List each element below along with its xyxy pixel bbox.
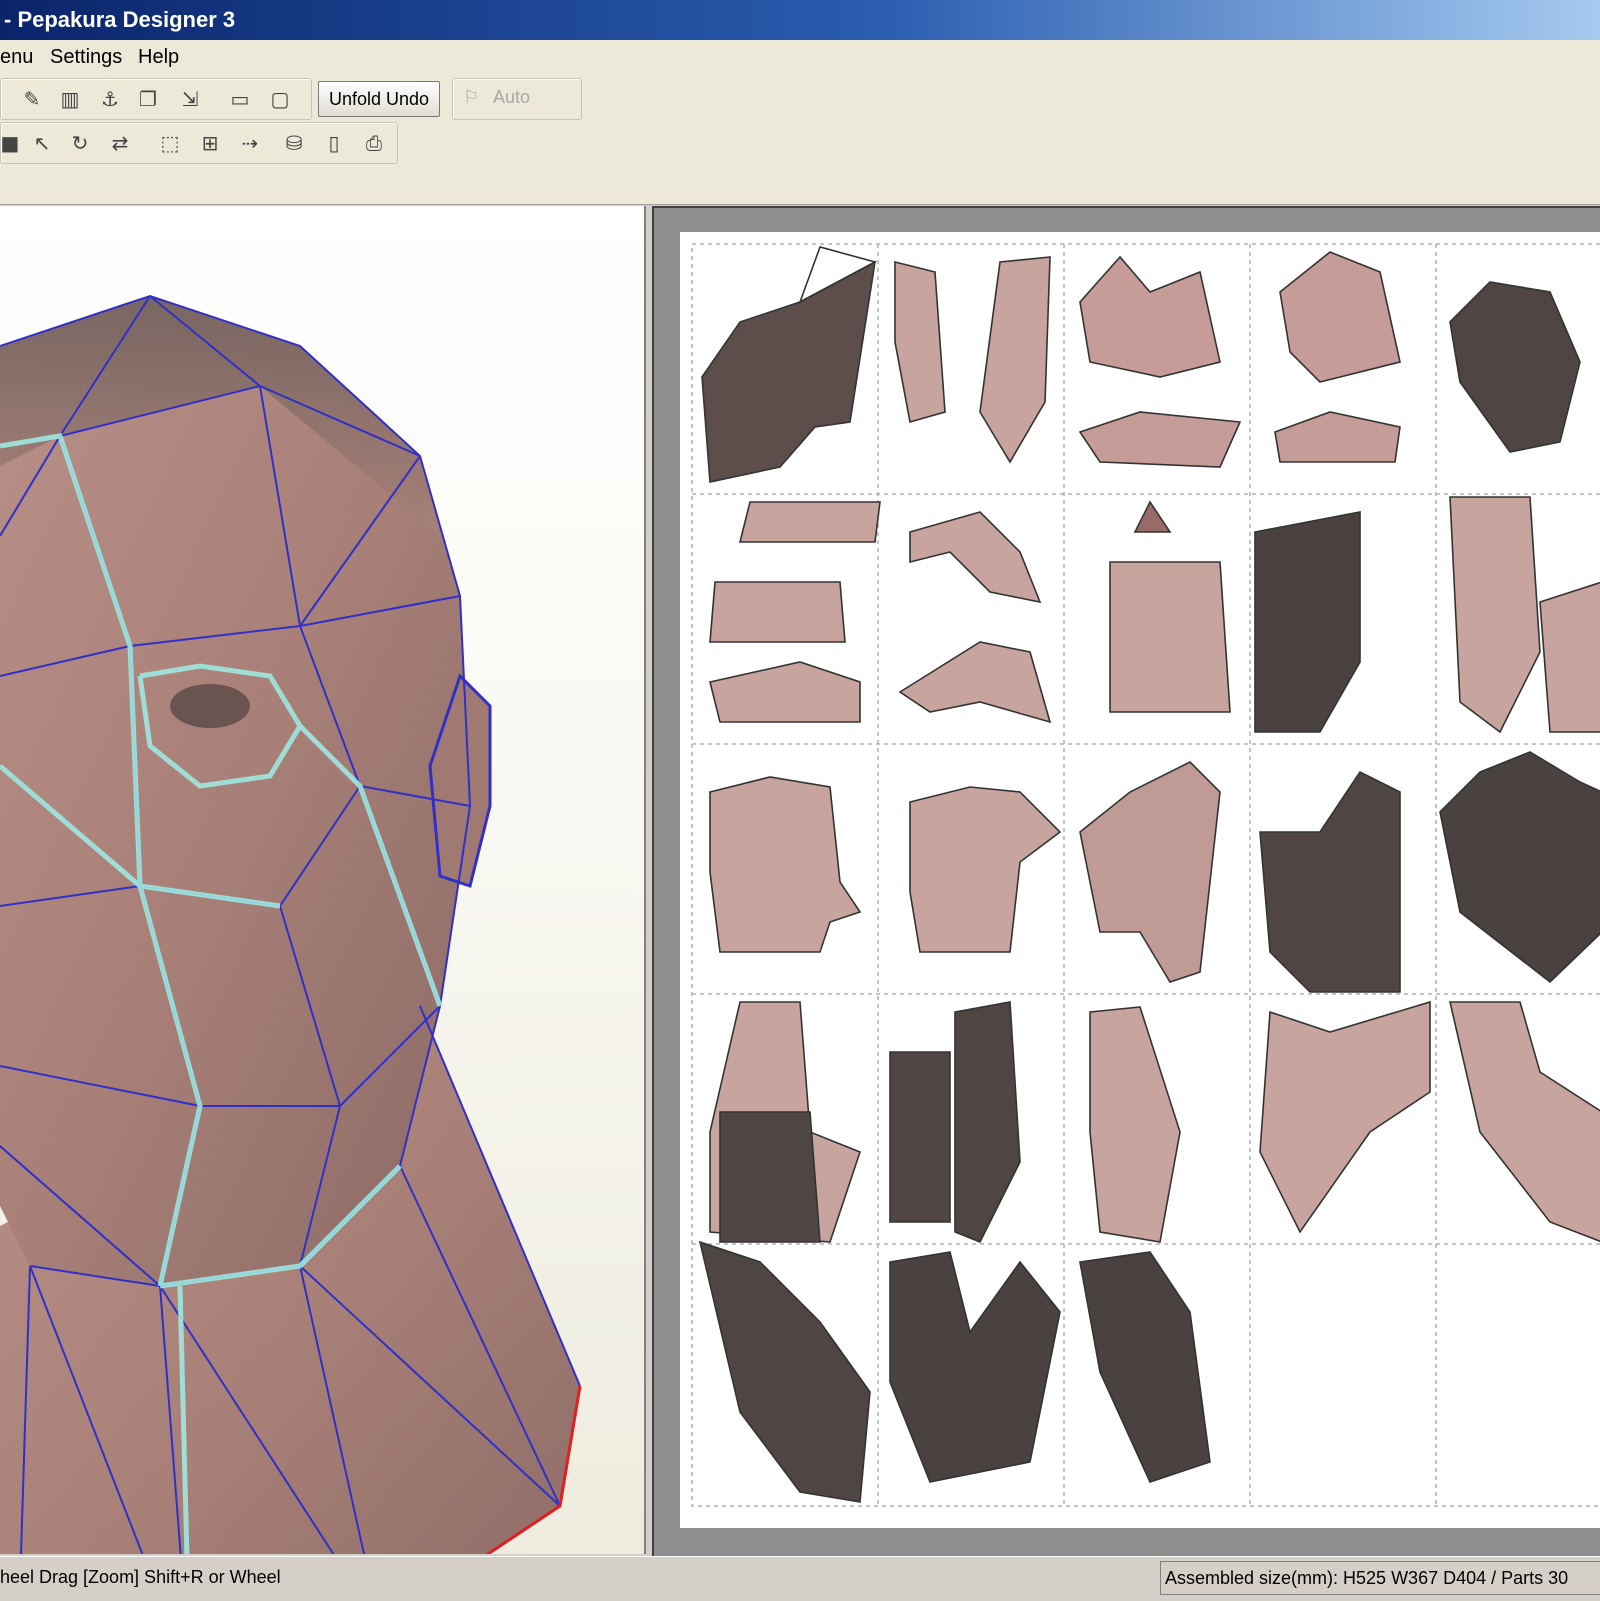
part — [1079, 255, 1221, 378]
part — [1448, 1001, 1600, 1243]
auto-group: ⚐ Auto — [452, 78, 582, 120]
part — [1259, 1000, 1431, 1234]
part — [1259, 770, 1401, 993]
part — [909, 511, 1042, 604]
toolbar-area: ✎ ▥ ⚓ ❐ ⇲ ▭ ▢ Unfold Undo ⚐ Auto ■ ↖ ↻ ⇄… — [0, 76, 1600, 205]
part — [979, 256, 1051, 464]
part — [1439, 751, 1600, 984]
print-icon[interactable]: ⎙ — [357, 126, 391, 160]
part — [894, 260, 946, 424]
part — [889, 1051, 951, 1223]
part — [954, 1001, 1021, 1244]
part — [1078, 411, 1242, 468]
part — [1449, 281, 1581, 453]
part — [709, 661, 861, 723]
select-icon[interactable]: ↖ — [25, 126, 59, 160]
auto-button[interactable]: Auto — [493, 87, 530, 108]
window-title: - Pepakura Designer 3 — [4, 7, 236, 32]
part — [698, 1240, 871, 1503]
save-icon[interactable]: ■ — [0, 126, 27, 160]
paper-sheet — [680, 232, 1600, 1528]
part — [1254, 511, 1361, 733]
flag-icon: ⚐ — [463, 87, 480, 107]
part — [1133, 500, 1172, 533]
toolbar-row2: ■ ↖ ↻ ⇄ ⬚ ⊞ ⇢ ⛁ ▯ ⎙ — [0, 122, 398, 164]
pencil-icon[interactable]: ✎ — [15, 82, 49, 116]
head-mesh-model — [0, 294, 582, 1554]
unfold-undo-button[interactable]: Unfold Undo — [318, 81, 441, 117]
part — [1109, 561, 1231, 713]
status-hint: heel Drag [Zoom] Shift+R or Wheel — [0, 1567, 281, 1587]
menu-item-menu[interactable]: enu — [0, 46, 33, 69]
page-icon[interactable]: ▯ — [317, 126, 351, 160]
copy-icon[interactable]: ❐ — [131, 82, 165, 116]
3d-view[interactable] — [0, 206, 646, 1554]
window-icon[interactable]: ▭ — [223, 82, 257, 116]
texture-icon[interactable]: ▥ — [53, 82, 87, 116]
part — [1079, 1251, 1211, 1483]
part — [1279, 251, 1401, 383]
part — [709, 581, 846, 643]
assembled-size-panel: Assembled size(mm): H525 W367 D404 / Par… — [1160, 1561, 1600, 1595]
part — [909, 786, 1062, 953]
part — [738, 501, 881, 543]
2d-unfold-view[interactable] — [652, 206, 1600, 1556]
part — [719, 1111, 821, 1243]
part — [889, 1251, 1061, 1483]
arrange-icon[interactable]: ⬚ — [153, 126, 187, 160]
unfolded-parts — [691, 243, 1600, 1507]
export-icon[interactable]: ⛁ — [277, 126, 311, 160]
flip-icon[interactable]: ⇄ — [103, 126, 137, 160]
toolbar-row1: ✎ ▥ ⚓ ❐ ⇲ ▭ ▢ — [0, 78, 312, 120]
menu-item-settings[interactable]: Settings — [50, 46, 122, 69]
join-icon[interactable]: ⇲ — [173, 82, 207, 116]
anchor-icon[interactable]: ⚓ — [93, 82, 127, 116]
grid-icon[interactable]: ⊞ — [193, 126, 227, 160]
menu-item-help[interactable]: Help — [138, 46, 179, 69]
status-bar: heel Drag [Zoom] Shift+R or Wheel Assemb… — [0, 1556, 1600, 1601]
part — [1079, 761, 1221, 983]
window2-icon[interactable]: ▢ — [263, 82, 297, 116]
move-icon[interactable]: ⇢ — [233, 126, 267, 160]
part — [1274, 411, 1401, 463]
part — [1089, 1006, 1181, 1243]
menu-bar: enu Settings Help — [0, 40, 1600, 76]
part — [898, 641, 1052, 724]
rotate-icon[interactable]: ↻ — [63, 126, 97, 160]
part — [1449, 496, 1541, 734]
title-bar[interactable]: - Pepakura Designer 3 — [0, 0, 1600, 40]
part — [709, 776, 862, 953]
part — [701, 260, 877, 483]
part — [1539, 581, 1600, 733]
